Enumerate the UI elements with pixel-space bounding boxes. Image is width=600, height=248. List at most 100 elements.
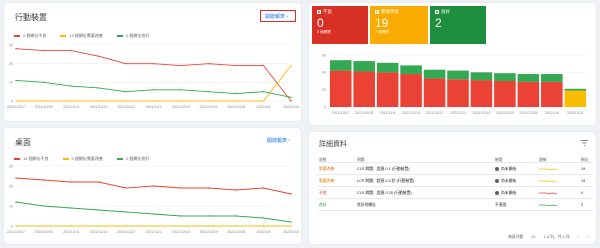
data-point bbox=[97, 100, 100, 102]
table-row[interactable]: 需要改善 LCP 問題：超過 2.5 秒 (行動裝置) 尚未開始 19 bbox=[317, 175, 593, 187]
data-point bbox=[235, 100, 237, 102]
trend-sparkline bbox=[539, 168, 558, 170]
prev-page-button[interactable]: ‹ bbox=[577, 235, 578, 240]
data-point bbox=[152, 225, 155, 227]
bar-segment bbox=[470, 72, 493, 81]
data-point bbox=[15, 201, 17, 203]
pagination: 每頁列數 10 1-4 列，共 4 列 ‹ › bbox=[508, 235, 588, 240]
trend-line bbox=[539, 168, 558, 170]
x-tick-label: 2021/12/10 bbox=[172, 105, 190, 109]
row-trend bbox=[539, 167, 558, 173]
bar-segment bbox=[470, 80, 493, 107]
x-tick-label: 2022/1/15 bbox=[283, 105, 299, 109]
data-point bbox=[180, 100, 182, 102]
x-tick-label: 2021/12/10 bbox=[472, 111, 490, 115]
bar-segment bbox=[400, 74, 422, 107]
data-point bbox=[290, 221, 292, 223]
details-table: 狀態 問題 驗證 趨勢 網址 需要改善 CLS 問題：超過 0.1 (行動裝置) 尚… bbox=[317, 154, 593, 211]
row-validation: 尚未開始 bbox=[495, 179, 516, 184]
validation-status-icon bbox=[495, 191, 499, 195]
data-point bbox=[152, 185, 155, 187]
next-page-button[interactable]: › bbox=[587, 235, 588, 240]
data-point bbox=[70, 207, 72, 209]
row-issue: CLS 問題：超過 0.1 (行動裝置) bbox=[357, 166, 410, 171]
x-tick-label: 2021/12/28 bbox=[227, 105, 245, 109]
x-tick-label: 2021/10/26 bbox=[35, 230, 53, 234]
bar-segment bbox=[376, 72, 399, 107]
series-line bbox=[15, 80, 292, 98]
trend-sparkline bbox=[539, 192, 558, 194]
rows-per-page-label: 每頁列數 bbox=[508, 235, 524, 239]
x-tick-label: 2021/12/19 bbox=[200, 105, 218, 109]
x-tick-label: 2021/12/1 bbox=[146, 230, 162, 234]
bar-segment bbox=[329, 60, 352, 71]
trend-line bbox=[539, 180, 558, 182]
data-point bbox=[180, 225, 182, 227]
mobile-line-chart: 0 10 20 30 2021/10/17 2021/10/26 2021/11/4 2021… bbox=[7, 43, 299, 109]
data-point bbox=[70, 181, 72, 183]
data-point bbox=[207, 90, 210, 93]
data-point bbox=[262, 100, 265, 102]
data-point bbox=[290, 96, 292, 98]
data-point bbox=[207, 100, 210, 102]
y-tick-label: 10 bbox=[9, 204, 13, 208]
y-tick-label: 0 bbox=[324, 105, 326, 109]
row-validation: 不適用 bbox=[495, 203, 506, 208]
data-point bbox=[70, 85, 72, 87]
x-tick-label: 2021/11/4 bbox=[380, 111, 396, 115]
series-line bbox=[16, 65, 292, 102]
series-line bbox=[15, 48, 292, 102]
row-issue: LCP 問題：超過 2.5 秒 (行動裝置) bbox=[357, 178, 415, 183]
trend-sparkline bbox=[539, 180, 558, 182]
row-status: 不良 bbox=[319, 190, 327, 195]
data-point bbox=[42, 100, 45, 102]
desktop-line-chart: 0 10 20 30 2021/10/17 2021/10/26 2021/11/4 2021… bbox=[7, 164, 299, 234]
x-tick-label: 2021/12/28 bbox=[227, 230, 245, 234]
data-point bbox=[125, 211, 127, 213]
table-row[interactable]: 良好 良好的網址 不適用 2 bbox=[317, 199, 593, 211]
filter-icon[interactable] bbox=[581, 140, 588, 148]
data-point bbox=[152, 89, 155, 91]
data-point bbox=[207, 187, 210, 189]
data-point bbox=[290, 100, 292, 102]
bar-segment bbox=[564, 90, 587, 107]
data-point bbox=[70, 49, 72, 52]
x-tick-label: 2021/12/1 bbox=[146, 105, 162, 109]
x-tick-label: 2021/12/19 bbox=[200, 230, 218, 234]
y-tick-label: 40 bbox=[322, 71, 326, 75]
bar-segment bbox=[353, 71, 375, 107]
x-tick-label: 2021/11/22 bbox=[426, 111, 444, 115]
row-trend bbox=[539, 179, 558, 185]
data-point bbox=[262, 217, 265, 219]
data-point bbox=[207, 215, 210, 217]
bar-segment bbox=[353, 61, 375, 72]
row-validation-label: 尚未開始 bbox=[501, 178, 517, 183]
x-tick-label: 2021/11/13 bbox=[90, 230, 108, 234]
row-validation-label: 尚未開始 bbox=[501, 166, 517, 171]
x-tick-label: 2021/11/13 bbox=[402, 111, 420, 115]
row-issue: 良好的網址 bbox=[357, 202, 376, 207]
bar-segment bbox=[541, 74, 563, 82]
header-issue[interactable]: 問題 bbox=[357, 158, 365, 163]
bar-segment bbox=[423, 78, 446, 107]
x-tick-label: 2021/10/26 bbox=[355, 111, 373, 115]
data-point bbox=[290, 225, 292, 227]
table-row[interactable]: 不良 CLS 問題：超過 0.25 (行動裝置) 尚未開始 0 bbox=[317, 187, 593, 199]
data-point bbox=[152, 62, 155, 65]
data-point bbox=[125, 62, 127, 65]
header-status[interactable]: 狀態 bbox=[319, 158, 327, 163]
data-point bbox=[290, 64, 292, 67]
header-validation[interactable]: 驗證 bbox=[495, 158, 503, 163]
row-issue: CLS 問題：超過 0.25 (行動裝置) bbox=[357, 190, 412, 195]
y-tick-label: 20 bbox=[9, 62, 13, 66]
table-header-row: 狀態 問題 驗證 趨勢 網址 bbox=[317, 154, 593, 163]
data-point bbox=[235, 225, 237, 227]
table-row[interactable]: 需要改善 CLS 問題：超過 0.1 (行動裝置) 尚未開始 19 bbox=[317, 163, 593, 175]
x-tick-label: 2022/1/6 bbox=[545, 111, 559, 115]
x-tick-label: 2021/12/10 bbox=[172, 230, 190, 234]
rows-per-page-select[interactable]: 10 bbox=[531, 235, 535, 240]
data-point bbox=[70, 100, 72, 102]
header-pages[interactable]: 網址 bbox=[581, 158, 589, 163]
header-trend: 趨勢 bbox=[539, 157, 547, 162]
summary-card: 不良 0 0 個問題 需要改善 19 2 個問題 良好 2 0 20 40 60 202… bbox=[309, 3, 596, 125]
